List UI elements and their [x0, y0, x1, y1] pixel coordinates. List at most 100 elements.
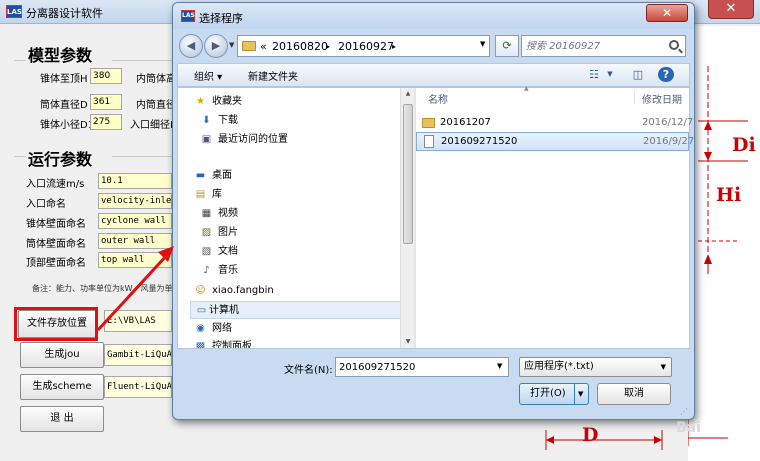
- breadcrumb-overflow[interactable]: «: [260, 40, 267, 53]
- resize-grip-icon[interactable]: ⋰: [680, 407, 688, 416]
- search-input[interactable]: [526, 38, 666, 54]
- open-dropdown-icon[interactable]: ▼: [578, 390, 583, 398]
- breadcrumb-separator-icon[interactable]: ▸: [326, 42, 330, 51]
- sort-arrow-icon: ▲: [524, 85, 529, 92]
- open-split-divider: [574, 384, 575, 404]
- preview-pane-icon[interactable]: ◫: [630, 67, 646, 82]
- nav-item-control-panel[interactable]: ▩ 控制面板: [194, 338, 404, 348]
- filename-input[interactable]: [339, 360, 489, 374]
- d-dimension-line: [545, 430, 663, 450]
- nav-item-label: 收藏夹: [212, 96, 242, 107]
- dimension-lines: [678, 66, 748, 446]
- breadcrumb-20160820[interactable]: 20160820: [272, 40, 328, 53]
- new-folder-button[interactable]: 新建文件夹: [248, 68, 298, 83]
- dialog-close-button[interactable]: ✕: [646, 4, 688, 22]
- generate-jou-button[interactable]: 生成jou: [20, 342, 104, 368]
- field-label: 锥体小径D1: [40, 120, 95, 131]
- forward-arrow-icon: ▶: [211, 39, 221, 52]
- group-divider: [112, 60, 172, 61]
- address-dropdown-icon[interactable]: ▼: [480, 40, 485, 48]
- group-divider: [14, 156, 26, 157]
- recent-places-icon: ▣: [201, 134, 212, 145]
- nav-item-libraries[interactable]: ▤ 库: [194, 186, 404, 204]
- file-location-output: E:\VB\LAS: [104, 310, 172, 332]
- address-bar[interactable]: « 20160820 ▸ 20160927 ▸: [237, 35, 490, 57]
- dialog-toolbar: 组织 ▾ 新建文件夹 ☷ ▼ ◫ ?: [177, 63, 690, 87]
- app-close-button[interactable]: ✕: [708, 0, 754, 19]
- nav-scroll-thumb[interactable]: [403, 104, 413, 244]
- filetype-dropdown-icon: ▼: [660, 363, 666, 371]
- cone-wall-name-input[interactable]: cyclone wall: [98, 213, 172, 229]
- control-panel-icon: ▩: [195, 341, 206, 348]
- file-list: ▲ 名称 修改日期 20161207 2016/12/7 20160927152…: [416, 85, 694, 348]
- nav-item-network[interactable]: ◉ 网络: [194, 320, 404, 338]
- nav-item-favorites[interactable]: ★ 收藏夹: [194, 93, 404, 111]
- view-options-icon[interactable]: ☷: [586, 67, 602, 82]
- filetype-select[interactable]: 应用程序(*.txt) ▼: [519, 357, 672, 377]
- back-button[interactable]: ◀: [179, 34, 203, 58]
- help-icon[interactable]: ?: [658, 67, 674, 82]
- scroll-up-icon[interactable]: ▲: [403, 90, 413, 97]
- inlet-name-input[interactable]: velocity-inlet: [98, 193, 172, 209]
- refresh-icon: ⟳: [502, 39, 512, 52]
- filename-combobox[interactable]: ▼: [335, 357, 509, 377]
- inlet-velocity-input[interactable]: 10.1: [98, 173, 172, 189]
- nav-item-label: 图片: [218, 227, 238, 238]
- document-icon: ▧: [201, 246, 212, 257]
- file-row-folder[interactable]: 20161207 2016/12/7: [416, 114, 693, 133]
- organize-menu[interactable]: 组织 ▾: [194, 68, 222, 83]
- nav-item-pictures[interactable]: ▨ 图片: [200, 224, 404, 242]
- nav-item-label: 计算机: [209, 305, 239, 316]
- address-row: ◀ ▶ ▼ « 20160820 ▸ 20160927 ▸ ▼ ⟳: [173, 29, 694, 63]
- cylinder-wall-name-input[interactable]: outer wall: [98, 233, 172, 249]
- star-icon: ★: [196, 96, 205, 107]
- column-divider[interactable]: [634, 90, 635, 104]
- nav-item-videos[interactable]: ▦ 视频: [200, 205, 404, 223]
- model-params-title: 模型参数: [28, 46, 93, 65]
- back-arrow-icon: ◀: [186, 39, 196, 52]
- nav-item-label: 控制面板: [212, 341, 252, 348]
- top-wall-name-input[interactable]: top wall: [98, 252, 172, 268]
- filename-dropdown-icon[interactable]: ▼: [497, 362, 502, 370]
- search-icon: [669, 40, 679, 50]
- view-dropdown-icon[interactable]: ▼: [602, 67, 618, 82]
- nav-item-recent-places[interactable]: ▣ 最近访问的位置: [200, 131, 404, 149]
- generate-scheme-button[interactable]: 生成scheme: [20, 374, 104, 400]
- cone-diameter-input[interactable]: 275: [90, 114, 122, 130]
- forward-button[interactable]: ▶: [204, 34, 228, 58]
- scroll-down-icon[interactable]: ▼: [403, 338, 413, 345]
- field-label: 筒体直径D: [40, 100, 88, 111]
- breadcrumb-separator-icon[interactable]: ▸: [392, 42, 396, 51]
- nav-item-music[interactable]: ♪ 音乐: [200, 262, 404, 280]
- nav-item-desktop[interactable]: ▬ 桌面: [194, 167, 404, 185]
- di-label: Di: [732, 134, 756, 156]
- nav-item-downloads[interactable]: ⬇ 下载: [200, 112, 404, 130]
- nav-item-label: 视频: [218, 208, 238, 219]
- nav-item-user-folder[interactable]: ☺ xiao.fangbin: [194, 282, 404, 300]
- nav-scrollbar[interactable]: ▲ ▼: [400, 88, 414, 348]
- app-logo: LAS: [6, 5, 22, 18]
- jou-output: Gambit-LiQuA: [104, 344, 172, 366]
- diameter-input[interactable]: 361: [90, 94, 122, 110]
- file-name: 20161207: [440, 117, 491, 128]
- note-text: 备注：能力、功率单位为kW，风量为单: [32, 284, 173, 293]
- refresh-button[interactable]: ⟳: [495, 35, 519, 57]
- separator-diagram: Di Hi: [678, 26, 760, 461]
- field-label: 入口流速m/s: [26, 179, 85, 190]
- nav-item-computer[interactable]: ▭ 计算机: [190, 301, 402, 319]
- run-params-title: 运行参数: [28, 150, 93, 169]
- desktop-icon: ▬: [195, 170, 206, 181]
- search-box[interactable]: [521, 35, 686, 57]
- history-dropdown-icon[interactable]: ▼: [229, 41, 234, 49]
- column-header-date[interactable]: 修改日期: [642, 91, 682, 106]
- field-label: 筒体壁面命名: [26, 239, 86, 250]
- file-name: 201609271520: [441, 136, 518, 147]
- column-header-name[interactable]: 名称: [428, 91, 448, 106]
- folder-icon: [422, 118, 435, 128]
- cancel-button[interactable]: 取消: [597, 383, 671, 405]
- exit-button[interactable]: 退 出: [20, 406, 104, 432]
- breadcrumb-20160927[interactable]: 20160927: [338, 40, 394, 53]
- nav-item-documents[interactable]: ▧ 文档: [200, 243, 404, 261]
- height-input[interactable]: 380: [90, 68, 122, 84]
- file-row-selected[interactable]: 201609271520 2016/9/27: [416, 132, 694, 151]
